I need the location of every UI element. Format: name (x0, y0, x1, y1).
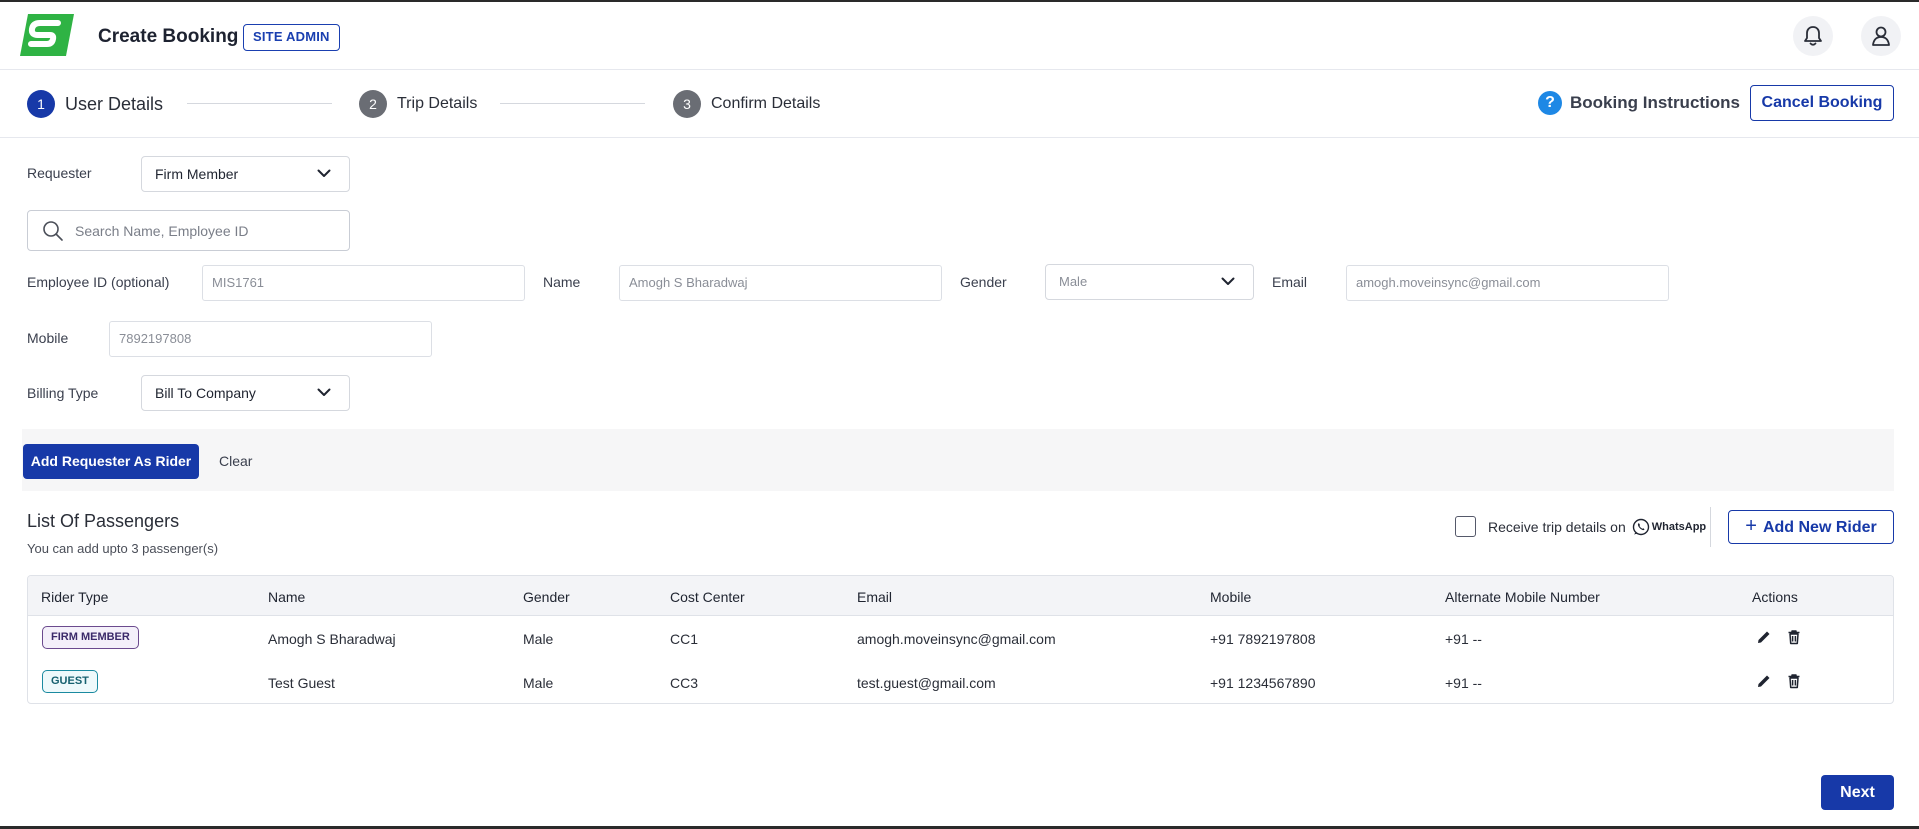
edit-icon[interactable] (1756, 629, 1772, 645)
whatsapp-optin: Receive trip details on WhatsApp (1455, 516, 1706, 537)
whatsapp-logo: WhatsApp (1632, 518, 1706, 536)
billing-type-select[interactable]: Bill To Company (141, 375, 350, 411)
search-icon (43, 221, 63, 241)
user-icon (1872, 26, 1890, 46)
step-number: 2 (359, 90, 387, 118)
plus-icon: + (1745, 515, 1757, 537)
whatsapp-icon (1632, 518, 1649, 535)
chevron-down-icon (317, 169, 331, 177)
chevron-down-icon (317, 388, 331, 396)
rider-gender: Male (523, 631, 554, 647)
rider-name: Amogh S Bharadwaj (268, 631, 396, 647)
table-row: FIRM MEMBER Amogh S Bharadwaj Male CC1 a… (28, 617, 1893, 660)
edit-icon[interactable] (1756, 673, 1772, 689)
name-label: Name (543, 274, 581, 290)
step-connector (500, 103, 645, 104)
rider-type-badge: FIRM MEMBER (42, 626, 139, 649)
rider-name: Test Guest (268, 675, 335, 691)
requester-actions-bar (22, 429, 1894, 491)
column-header: Gender (523, 589, 570, 605)
profile-button[interactable] (1861, 16, 1901, 56)
billing-type-value: Bill To Company (155, 385, 256, 401)
help-icon: ? (1538, 91, 1562, 115)
add-new-rider-label: Add New Rider (1762, 519, 1877, 536)
column-header: Alternate Mobile Number (1445, 589, 1600, 605)
search-placeholder: Search Name, Employee ID (75, 223, 249, 239)
whatsapp-checkbox[interactable] (1455, 516, 1476, 537)
step-number: 1 (27, 90, 55, 118)
passengers-subtitle: You can add upto 3 passenger(s) (27, 541, 219, 556)
column-header: Rider Type (41, 589, 109, 605)
passengers-table: Rider Type Name Gender Cost Center Email… (27, 575, 1894, 704)
role-badge: SITE ADMIN (243, 24, 340, 51)
employee-search-input[interactable]: Search Name, Employee ID (27, 210, 350, 251)
cancel-booking-button[interactable]: Cancel Booking (1750, 85, 1894, 121)
bell-icon (1804, 26, 1822, 46)
rider-alt-mobile: +91 -- (1445, 675, 1482, 691)
step-number: 3 (673, 90, 701, 118)
column-header: Name (268, 589, 306, 605)
rider-mobile: +91 1234567890 (1210, 675, 1316, 691)
top-bar: Create Booking SITE ADMIN (0, 0, 1919, 70)
billing-type-label: Billing Type (27, 385, 99, 401)
email-label: Email (1272, 274, 1308, 290)
add-new-rider-button[interactable]: + Add New Rider (1728, 510, 1894, 544)
rider-type-badge: GUEST (42, 670, 98, 693)
table-row: GUEST Test Guest Male CC3 test.guest@gma… (28, 661, 1893, 703)
requester-label: Requester (27, 165, 92, 181)
gender-label: Gender (960, 274, 1007, 290)
step-label: User Details (65, 93, 164, 114)
employee-id-label: Employee ID (optional) (27, 274, 170, 290)
page-title: Create Booking (98, 26, 239, 47)
rider-cost-center: CC1 (670, 631, 699, 647)
next-button[interactable]: Next (1821, 775, 1894, 810)
gender-value: Male (1059, 274, 1088, 289)
mobile-label: Mobile (27, 330, 69, 346)
step-label: Confirm Details (711, 95, 821, 112)
step-trip-details[interactable]: 2 Trip Details (359, 90, 477, 118)
chevron-down-icon (1221, 277, 1235, 285)
whatsapp-brand-label: WhatsApp (1651, 520, 1707, 533)
whatsapp-optin-label: Receive trip details on (1488, 518, 1626, 535)
booking-instructions-label: Booking Instructions (1570, 93, 1740, 112)
step-user-details[interactable]: 1 User Details (27, 90, 163, 118)
app-logo[interactable] (18, 12, 76, 58)
employee-id-field[interactable]: MIS1761 (202, 265, 525, 301)
rider-alt-mobile: +91 -- (1445, 631, 1482, 647)
step-confirm-details[interactable]: 3 Confirm Details (673, 90, 820, 118)
add-requester-as-rider-button[interactable]: Add Requester As Rider (23, 444, 199, 479)
requester-select[interactable]: Firm Member (141, 156, 350, 192)
delete-icon[interactable] (1786, 673, 1802, 689)
step-connector (187, 103, 332, 104)
gender-select[interactable]: Male (1045, 264, 1254, 300)
column-header: Actions (1752, 589, 1798, 605)
notifications-button[interactable] (1793, 16, 1833, 56)
column-header: Cost Center (670, 589, 745, 605)
column-header: Mobile (1210, 589, 1252, 605)
passengers-title: List Of Passengers (27, 511, 180, 531)
column-header: Email (857, 589, 893, 605)
rider-email: test.guest@gmail.com (857, 675, 996, 691)
delete-icon[interactable] (1786, 629, 1802, 645)
requester-value: Firm Member (155, 166, 239, 182)
rider-mobile: +91 7892197808 (1210, 631, 1316, 647)
table-header: Rider Type Name Gender Cost Center Email… (28, 576, 1893, 616)
rider-gender: Male (523, 675, 554, 691)
name-field[interactable]: Amogh S Bharadwaj (619, 265, 942, 301)
rider-email: amogh.moveinsync@gmail.com (857, 631, 1056, 647)
mobile-field[interactable]: 7892197808 (109, 321, 432, 357)
step-label: Trip Details (397, 95, 478, 112)
clear-button[interactable]: Clear (219, 453, 252, 469)
divider (1710, 507, 1711, 547)
rider-cost-center: CC3 (670, 675, 699, 691)
email-field[interactable]: amogh.moveinsync@gmail.com (1346, 265, 1669, 301)
booking-instructions-link[interactable]: ? Booking Instructions (1538, 91, 1740, 115)
